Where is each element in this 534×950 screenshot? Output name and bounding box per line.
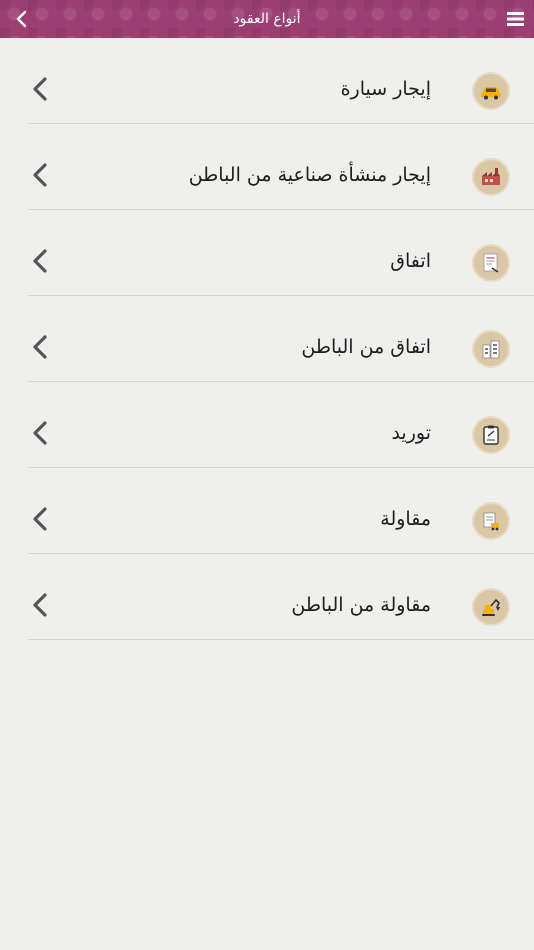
list-item-factory-sublease[interactable]: إيجار منشأة صناعية من الباطن: [28, 124, 534, 210]
list-item-car-rental[interactable]: إيجار سيارة: [28, 38, 534, 124]
row-label: اتفاق من الباطن: [301, 336, 431, 358]
excavator-icon: [472, 588, 510, 626]
list-item-agreement[interactable]: اتفاق: [28, 210, 534, 296]
chevron-left-icon: [33, 593, 47, 617]
chevron-left-icon: [33, 507, 47, 531]
row-label: اتفاق: [390, 250, 431, 272]
clipboard-icon: [472, 416, 510, 454]
row-label: توريد: [391, 422, 431, 444]
chevron-left-icon: [33, 163, 47, 187]
agreement-document-icon: [472, 244, 510, 282]
list-item-subcontracting[interactable]: مقاولة من الباطن: [28, 554, 534, 640]
contract-building-icon: [472, 502, 510, 540]
chevron-left-icon: [33, 77, 47, 101]
page-title: أنواع العقود: [233, 11, 301, 27]
chevron-left-icon: [33, 421, 47, 445]
hamburger-menu-icon[interactable]: [507, 11, 524, 27]
list-item-contracting[interactable]: مقاولة: [28, 468, 534, 554]
row-label: إيجار سيارة: [340, 78, 431, 100]
chevron-left-icon: [33, 335, 47, 359]
contract-types-list: إيجار سيارة إيجار منشأة صناعية من الباطن: [0, 38, 534, 640]
buildings-icon: [472, 330, 510, 368]
row-label: إيجار منشأة صناعية من الباطن: [188, 164, 431, 186]
row-label: مقاولة: [380, 508, 431, 530]
car-icon: [472, 72, 510, 110]
chevron-left-icon: [33, 249, 47, 273]
list-item-supply[interactable]: توريد: [28, 382, 534, 468]
factory-icon: [472, 158, 510, 196]
app-header: أنواع العقود: [0, 0, 534, 38]
list-item-subcontract-agreement[interactable]: اتفاق من الباطن: [28, 296, 534, 382]
row-label: مقاولة من الباطن: [291, 594, 431, 616]
